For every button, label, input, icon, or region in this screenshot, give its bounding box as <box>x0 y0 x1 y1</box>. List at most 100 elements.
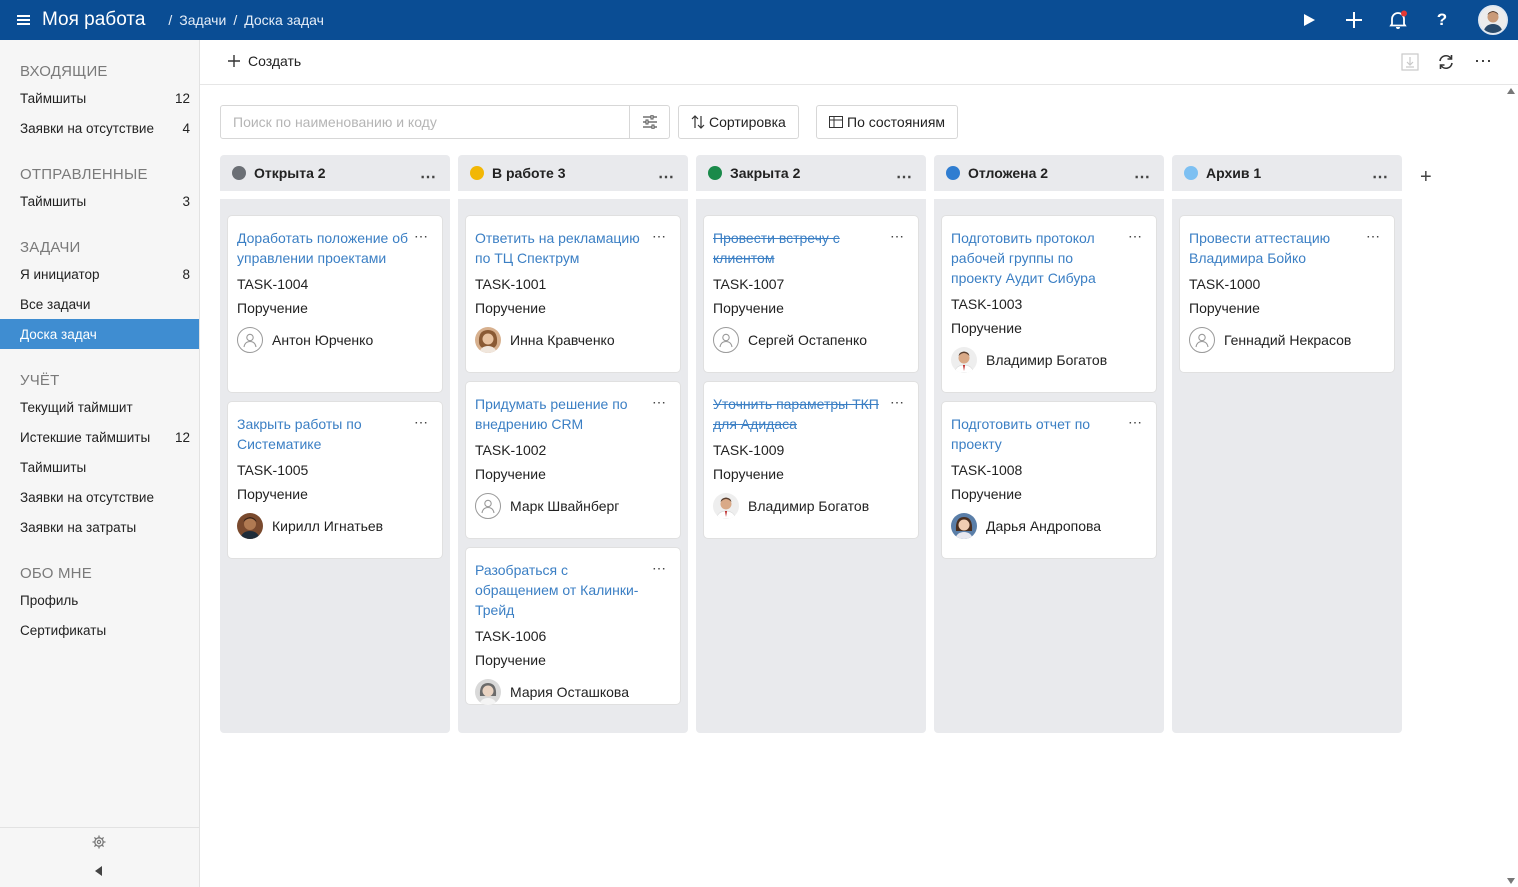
card-more-icon[interactable]: ⋯ <box>890 394 904 411</box>
task-card[interactable]: Закрыть работы по Систематике ⋯ TASK-1005 П… <box>228 402 442 558</box>
sidebar-item-incoming-timesheets[interactable]: Таймшиты 12 <box>0 83 199 113</box>
task-title-link[interactable]: Подготовить протокол рабочей группы по п… <box>951 228 1127 288</box>
app-title[interactable]: Моя работа <box>42 9 145 31</box>
search-field <box>220 105 670 139</box>
assignee-name: Марк Швайнберг <box>510 498 620 514</box>
card-more-icon[interactable]: ⋯ <box>652 228 666 245</box>
group-by-state-button[interactable]: По состояниям <box>816 105 959 139</box>
column-more-icon[interactable]: ⋯ <box>420 167 436 187</box>
assignee-name: Кирилл Игнатьев <box>272 518 384 534</box>
plus-icon[interactable] <box>1344 10 1364 30</box>
filter-settings-button[interactable] <box>629 106 669 138</box>
task-card[interactable]: Ответить на рекламацию по ТЦ Спектрум ⋯ TA… <box>466 216 680 372</box>
task-card[interactable]: Уточнить параметры ТКП для Адидаса ⋯ TASK-… <box>704 382 918 538</box>
breadcrumb-separator: / <box>233 12 238 28</box>
task-title-link[interactable]: Ответить на рекламацию по ТЦ Спектрум <box>475 228 651 268</box>
sidebar-item-expired-timesheets[interactable]: Истекшие таймшиты 12 <box>0 422 199 452</box>
column-header: Архив 1 ⋯ <box>1172 155 1402 199</box>
column-header: Открыта 2 ⋯ <box>220 155 450 199</box>
count-badge: 8 <box>182 266 190 282</box>
task-title-link[interactable]: Придумать решение по внедрению CRM <box>475 394 651 434</box>
task-card[interactable]: Провести встречу с клиентом ⋯ TASK-1007 Пор… <box>704 216 918 372</box>
scroll-up-arrow[interactable] <box>1507 88 1515 94</box>
task-card[interactable]: Подготовить отчет по проекту ⋯ TASK-1008 По… <box>942 402 1156 558</box>
breadcrumb-tasks[interactable]: Задачи <box>179 12 226 28</box>
sidebar-item-timesheets[interactable]: Таймшиты <box>0 452 199 482</box>
task-type: Поручение <box>237 486 308 502</box>
avatar <box>951 513 977 539</box>
create-button[interactable]: Создать <box>228 53 301 69</box>
task-card[interactable]: Подготовить протокол рабочей группы по п… <box>942 216 1156 392</box>
task-title-link[interactable]: Доработать положение об управлении проек… <box>237 228 413 268</box>
column-more-icon[interactable]: ⋯ <box>1134 167 1150 187</box>
breadcrumb-separator: / <box>168 12 173 28</box>
sidebar-item-absence-requests[interactable]: Заявки на отсутствие <box>0 482 199 512</box>
collapse-sidebar-icon[interactable] <box>95 866 102 876</box>
task-assignee: Геннадий Некрасов <box>1189 324 1385 356</box>
task-code: TASK-1005 <box>237 462 309 478</box>
card-more-icon[interactable]: ⋯ <box>652 394 666 411</box>
toolbar: Создать ⋯ <box>200 40 1518 85</box>
column-more-icon[interactable]: ⋯ <box>658 167 674 187</box>
export-icon[interactable] <box>1401 53 1419 74</box>
task-title-link[interactable]: Закрыть работы по Систематике <box>237 414 413 454</box>
task-card[interactable]: Разобраться с обращением от Калинки-Трей… <box>466 548 680 705</box>
sidebar-item-current-timesheet[interactable]: Текущий таймшит <box>0 392 199 422</box>
sidebar-item-my-initiated[interactable]: Я инициатор 8 <box>0 259 199 289</box>
assignee-name: Инна Кравченко <box>510 332 615 348</box>
card-more-icon[interactable]: ⋯ <box>652 560 666 577</box>
breadcrumb-board: Доска задач <box>244 12 324 28</box>
task-code: TASK-1009 <box>713 442 785 458</box>
status-dot-icon <box>946 166 960 180</box>
task-card[interactable]: Провести аттестацию Владимира Бойко ⋯ TASK… <box>1180 216 1394 372</box>
sidebar-item-certificates[interactable]: Сертификаты <box>0 615 199 645</box>
scroll-down-arrow[interactable] <box>1507 878 1515 884</box>
sidebar-item-all-tasks[interactable]: Все задачи <box>0 289 199 319</box>
card-more-icon[interactable]: ⋯ <box>414 414 428 431</box>
sidebar-item-task-board[interactable]: Доска задач <box>0 319 199 349</box>
task-title-link[interactable]: Уточнить параметры ТКП для Адидаса <box>713 394 889 434</box>
task-code: TASK-1007 <box>713 276 785 292</box>
task-title-link[interactable]: Подготовить отчет по проекту <box>951 414 1127 454</box>
task-title-link[interactable]: Разобраться с обращением от Калинки-Трей… <box>475 560 651 620</box>
user-avatar[interactable] <box>1478 5 1508 35</box>
column-more-icon[interactable]: ⋯ <box>1372 167 1388 187</box>
task-code: TASK-1003 <box>951 296 1023 312</box>
assignee-name: Антон Юрченко <box>272 332 374 348</box>
status-dot-icon <box>232 166 246 180</box>
card-more-icon[interactable]: ⋯ <box>1128 228 1142 245</box>
assignee-name: Владимир Богатов <box>986 352 1108 368</box>
sort-button[interactable]: Сортировка <box>678 105 799 139</box>
more-options-icon[interactable]: ⋯ <box>1474 51 1492 72</box>
column-more-icon[interactable]: ⋯ <box>896 167 912 187</box>
bell-icon[interactable] <box>1388 10 1408 30</box>
menu-icon[interactable] <box>17 14 33 26</box>
card-more-icon[interactable]: ⋯ <box>890 228 904 245</box>
card-more-icon[interactable]: ⋯ <box>1128 414 1142 431</box>
card-more-icon[interactable]: ⋯ <box>1366 228 1380 245</box>
status-dot-icon <box>470 166 484 180</box>
task-card[interactable]: Доработать положение об управлении проек… <box>228 216 442 392</box>
task-title-link[interactable]: Провести встречу с клиентом <box>713 228 889 268</box>
board-column: В работе 3 ⋯ Ответить на рекламацию по ТЦ … <box>458 155 688 733</box>
sidebar-item-incoming-absence[interactable]: Заявки на отсутствие 4 <box>0 113 199 143</box>
sidebar-item-sent-timesheets[interactable]: Таймшиты 3 <box>0 186 199 216</box>
section-sent: ОТПРАВЛЕННЫЕ <box>20 166 148 183</box>
card-more-icon[interactable]: ⋯ <box>414 228 428 245</box>
help-icon[interactable]: ? <box>1432 10 1452 30</box>
task-type: Поручение <box>475 300 546 316</box>
sidebar-item-expense-requests[interactable]: Заявки на затраты <box>0 512 199 542</box>
column-header: Отложена 2 ⋯ <box>934 155 1164 199</box>
task-card[interactable]: Придумать решение по внедрению CRM ⋯ TASK-… <box>466 382 680 538</box>
gear-icon[interactable] <box>92 835 106 852</box>
task-assignee: Марк Швайнберг <box>475 490 671 522</box>
refresh-icon[interactable] <box>1437 53 1455 74</box>
board-column: Отложена 2 ⋯ Подготовить протокол рабочей … <box>934 155 1164 733</box>
add-column-button[interactable]: + <box>1420 166 1432 189</box>
assignee-name: Дарья Андропова <box>986 518 1102 534</box>
play-icon[interactable] <box>1299 10 1319 30</box>
task-title-link[interactable]: Провести аттестацию Владимира Бойко <box>1189 228 1365 268</box>
sidebar-item-profile[interactable]: Профиль <box>0 585 199 615</box>
task-type: Поручение <box>951 486 1022 502</box>
search-input[interactable] <box>221 106 631 138</box>
